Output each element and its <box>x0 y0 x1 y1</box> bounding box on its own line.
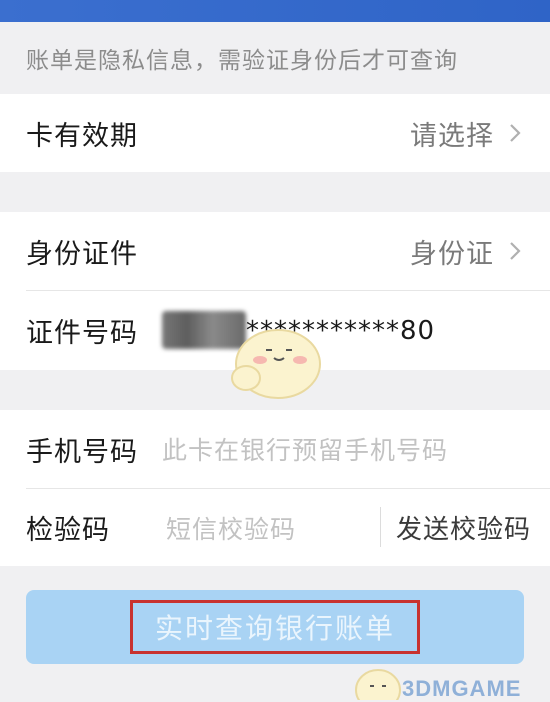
id-number-label: 证件号码 <box>26 318 138 349</box>
phone-label: 手机号码 <box>26 436 138 468</box>
vertical-divider <box>380 507 381 547</box>
chevron-right-icon <box>510 124 521 142</box>
mascot-sticker-icon <box>231 329 321 399</box>
id-type-row[interactable]: 身份证件 身份证 <box>0 212 550 290</box>
id-type-label: 身份证件 <box>26 238 138 270</box>
privacy-notice: 账单是隐私信息，需验证身份后才可查询 <box>0 22 550 94</box>
verify-code-row: 检验码 短信校验码 发送校验码 <box>0 489 550 566</box>
card-expiry-group: 卡有效期 请选择 <box>0 94 550 172</box>
chevron-right-icon <box>510 242 521 260</box>
watermark-text: 3DMGAME <box>402 676 522 701</box>
phone-input[interactable]: 此卡在银行预留手机号码 <box>162 431 448 467</box>
phone-verify-group: 手机号码 此卡在银行预留手机号码 检验码 短信校验码 发送校验码 <box>0 410 550 566</box>
card-expiry-label: 卡有效期 <box>26 120 138 152</box>
query-bill-button-label: 实时查询银行账单 <box>129 600 420 654</box>
send-code-button[interactable]: 发送校验码 <box>396 509 531 546</box>
watermark-mascot-icon <box>355 669 401 700</box>
privacy-notice-text: 账单是隐私信息，需验证身份后才可查询 <box>26 48 458 74</box>
id-type-value: 身份证 <box>410 238 494 270</box>
query-bill-button[interactable]: 实时查询银行账单 <box>26 590 524 664</box>
card-expiry-value: 请选择 <box>410 120 494 152</box>
card-expiry-row[interactable]: 卡有效期 请选择 <box>0 94 550 172</box>
verify-code-input[interactable]: 短信校验码 <box>166 510 296 546</box>
header-bar <box>0 0 550 22</box>
phone-row: 手机号码 此卡在银行预留手机号码 <box>0 410 550 488</box>
verify-code-label: 检验码 <box>26 515 110 546</box>
